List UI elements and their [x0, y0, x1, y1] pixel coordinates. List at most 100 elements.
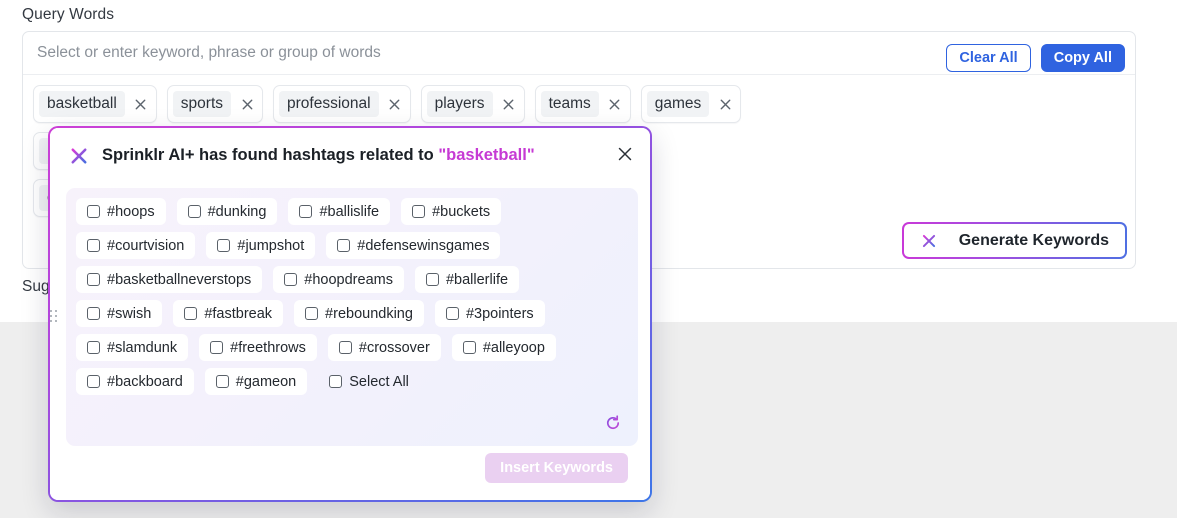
ai-modal-title: Sprinklr AI+ has found hashtags related … — [102, 146, 535, 165]
copy-all-button[interactable]: Copy All — [1040, 44, 1125, 72]
hashtag-checkbox[interactable]: #dunking — [176, 198, 278, 225]
checkbox-icon[interactable] — [187, 205, 201, 218]
checkbox-icon[interactable] — [87, 307, 100, 320]
hashtag-row: #slamdunk #freethrows #crossover #alleyoop — [76, 334, 628, 361]
insert-keywords-button[interactable]: Insert Keywords — [485, 453, 628, 483]
hashtag-row: #hoops #dunking #ballislife #buckets — [76, 198, 628, 225]
hashtag-checkbox[interactable]: #ballislife — [288, 198, 391, 225]
hashtag-checkbox[interactable]: #fastbreak — [173, 300, 284, 327]
hashtag-checkbox[interactable]: #freethrows — [199, 334, 317, 361]
query-word-tag-label: teams — [540, 91, 599, 117]
query-word-tag[interactable]: players — [420, 85, 525, 123]
remove-tag-icon[interactable] — [239, 96, 255, 112]
remove-tag-icon[interactable] — [501, 96, 517, 112]
query-word-tag-label: professional — [279, 91, 379, 117]
ai-modal-header: Sprinklr AI+ has found hashtags related … — [50, 128, 650, 183]
hashtag-checkbox[interactable]: #crossover — [327, 334, 441, 361]
hashtag-checkbox[interactable]: #backboard — [76, 368, 194, 395]
hashtag-label: #gameon — [235, 373, 297, 390]
hashtag-checkbox[interactable]: #reboundking — [294, 300, 424, 327]
checkbox-icon[interactable] — [87, 239, 100, 252]
hashtag-checkbox[interactable]: #3pointers — [434, 300, 545, 327]
sparkle-icon — [920, 232, 938, 250]
checkbox-icon[interactable] — [305, 307, 319, 320]
checkbox-icon[interactable] — [87, 205, 100, 218]
select-all-checkbox[interactable]: Select All — [318, 368, 420, 395]
hashtag-label: #basketballneverstops — [107, 271, 252, 288]
hashtag-checkbox[interactable]: #hoops — [76, 198, 166, 225]
ai-modal-footer: Insert Keywords — [50, 444, 650, 500]
hashtag-checkbox[interactable]: #swish — [76, 300, 163, 327]
checkbox-icon[interactable] — [299, 205, 313, 218]
query-word-tag[interactable]: basketball — [33, 85, 157, 123]
checkbox-icon[interactable] — [337, 239, 351, 252]
checkbox-icon[interactable] — [184, 307, 198, 320]
ai-modal-title-keyword: "basketball" — [438, 146, 535, 164]
hashtag-label: #courtvision — [107, 237, 185, 254]
hashtag-label: #defensewinsgames — [357, 237, 490, 254]
checkbox-icon[interactable] — [215, 375, 229, 388]
hashtag-label: #swish — [107, 305, 152, 322]
hashtag-checkbox[interactable]: #defensewinsgames — [326, 232, 501, 259]
hashtag-label: Select All — [349, 373, 409, 390]
ai-modal-title-prefix: Sprinklr AI+ has found hashtags related … — [102, 146, 439, 164]
hashtag-row: #swish #fastbreak #reboundking #3pointers — [76, 300, 628, 327]
query-word-tag[interactable]: professional — [273, 85, 411, 123]
drag-handle[interactable] — [50, 310, 58, 324]
checkbox-icon[interactable] — [462, 341, 476, 354]
hashtag-row: #courtvision #jumpshot #defensewinsgames — [76, 232, 628, 259]
hashtag-checkbox[interactable]: #gameon — [204, 368, 308, 395]
checkbox-icon[interactable] — [87, 341, 100, 354]
checkbox-icon[interactable] — [87, 273, 100, 286]
checkbox-icon[interactable] — [329, 375, 343, 388]
generate-keywords-button[interactable]: Generate Keywords — [901, 222, 1127, 259]
checkbox-icon[interactable] — [87, 375, 100, 388]
hashtag-label: #freethrows — [230, 339, 306, 356]
query-words-placeholder: Select or enter keyword, phrase or group… — [37, 44, 381, 61]
hashtag-label: #reboundking — [325, 305, 413, 322]
hashtag-row: #basketballneverstops #hoopdreams #ballerl… — [76, 266, 628, 293]
hashtag-checkbox[interactable]: #slamdunk — [76, 334, 189, 361]
remove-tag-icon[interactable] — [387, 96, 403, 112]
hashtag-checkbox[interactable]: #courtvision — [76, 232, 196, 259]
hashtag-label: #fastbreak — [204, 305, 273, 322]
checkbox-icon[interactable] — [412, 205, 426, 218]
hashtag-label: #ballislife — [319, 203, 380, 220]
clear-all-button[interactable]: Clear All — [946, 44, 1031, 72]
ai-hashtags-panel: #hoops #dunking #ballislife #buckets #courtv… — [66, 188, 638, 446]
hashtag-checkbox[interactable]: #basketballneverstops — [76, 266, 263, 293]
hashtag-checkbox[interactable]: #buckets — [401, 198, 502, 225]
hashtag-row: #backboard #gameon Select All — [76, 368, 628, 395]
sparkle-icon — [68, 145, 90, 167]
query-word-tag[interactable]: sports — [166, 85, 264, 123]
hashtag-label: #slamdunk — [107, 339, 178, 356]
generate-keywords-label: Generate Keywords — [958, 231, 1109, 249]
checkbox-icon[interactable] — [284, 273, 298, 286]
hashtag-checkbox[interactable]: #jumpshot — [206, 232, 316, 259]
checkbox-icon[interactable] — [338, 341, 352, 354]
hashtag-checkbox[interactable]: #alleyoop — [451, 334, 556, 361]
query-word-tag-label: basketball — [39, 91, 125, 117]
hashtag-label: #3pointers — [465, 305, 534, 322]
checkbox-icon[interactable] — [210, 341, 224, 354]
hashtag-label: #hoops — [107, 203, 155, 220]
query-words-tag-row: basketball sports professional players teams… — [33, 85, 1125, 123]
hashtag-label: #alleyoop — [482, 339, 545, 356]
query-word-tag[interactable]: games — [640, 85, 742, 123]
query-word-tag[interactable]: teams — [534, 85, 631, 123]
refresh-icon[interactable] — [604, 414, 622, 432]
hashtag-label: #buckets — [432, 203, 491, 220]
close-icon[interactable] — [616, 145, 634, 163]
hashtag-label: #hoopdreams — [304, 271, 393, 288]
app-root: Query Words Select or enter keyword, phr… — [0, 0, 1177, 518]
hashtag-checkbox[interactable]: #ballerlife — [414, 266, 520, 293]
checkbox-icon[interactable] — [445, 307, 459, 320]
checkbox-icon[interactable] — [217, 239, 231, 252]
remove-tag-icon[interactable] — [717, 96, 733, 112]
query-words-label: Query Words — [22, 6, 115, 23]
query-words-header-buttons: Clear All Copy All — [946, 44, 1125, 72]
hashtag-checkbox[interactable]: #hoopdreams — [273, 266, 404, 293]
remove-tag-icon[interactable] — [133, 96, 149, 112]
checkbox-icon[interactable] — [425, 273, 439, 286]
remove-tag-icon[interactable] — [607, 96, 623, 112]
